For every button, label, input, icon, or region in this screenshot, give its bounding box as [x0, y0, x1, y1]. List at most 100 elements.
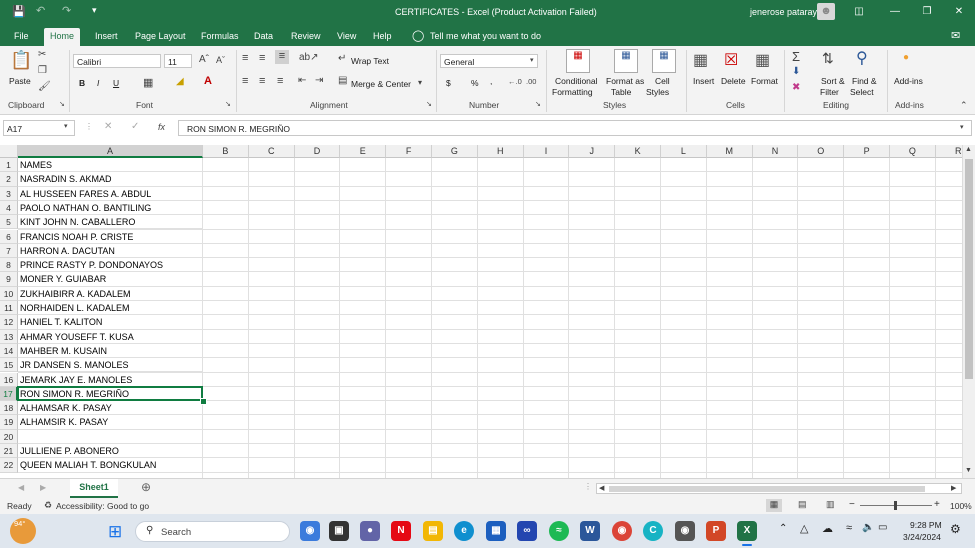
scroll-next-sheet-icon[interactable]: ▶ [40, 483, 46, 492]
fill-color-icon[interactable]: ◢ [176, 76, 184, 87]
normal-view-icon[interactable]: ▦ [766, 499, 782, 512]
add-sheet-icon[interactable]: ⊕ [141, 480, 151, 494]
number-format-select[interactable]: General [440, 54, 538, 68]
cancel-icon[interactable]: ✕ [104, 121, 112, 132]
teams-chat-icon[interactable]: ● [360, 521, 380, 541]
cell-a3[interactable]: AL HUSSEEN FARES A. ABDUL [18, 186, 203, 201]
row-header[interactable]: 18 [0, 401, 18, 416]
column-header-f[interactable]: F [386, 145, 432, 158]
chevron-down-icon[interactable]: ▾ [64, 122, 68, 130]
fill-icon[interactable]: ⬇ [792, 66, 800, 77]
cell-a8[interactable]: PRINCE RASTY P. DONDONAYOS [18, 258, 203, 273]
cell-a10[interactable]: ZUKHAIBIRR A. KADALEM [18, 286, 203, 301]
row-header[interactable]: 17 [0, 386, 18, 402]
scroll-left-icon[interactable]: ◀ [599, 484, 604, 492]
store-icon[interactable]: ▦ [486, 521, 506, 541]
notification-bell-icon[interactable]: ⚙ [950, 522, 961, 536]
underline-button[interactable]: U [113, 78, 119, 88]
zoom-level[interactable]: 100% [950, 501, 972, 511]
insert-function-icon[interactable]: fx [158, 122, 165, 132]
column-header-l[interactable]: L [661, 145, 707, 158]
delete-cells-button[interactable]: Delete [721, 76, 746, 86]
formula-input[interactable]: RON SIMON R. MEGRIÑO [178, 120, 972, 136]
close-icon[interactable]: ✕ [942, 0, 975, 24]
selected-cell-a17[interactable] [17, 386, 203, 401]
ribbon-display-icon[interactable]: ◫ [842, 0, 876, 24]
number-launcher-icon[interactable]: ↘ [535, 100, 541, 108]
tab-help[interactable]: Help [367, 28, 398, 46]
expand-formula-icon[interactable]: ▾ [960, 123, 964, 131]
cell-a16[interactable]: JEMARK JAY E. MANOLES [18, 372, 203, 387]
autosum-icon[interactable]: Σ [792, 49, 800, 64]
decrease-indent-icon[interactable]: ⇤ [298, 75, 306, 86]
row-header[interactable]: 5 [0, 215, 18, 230]
zoom-out-icon[interactable]: − [849, 499, 855, 510]
tab-page-layout[interactable]: Page Layout [129, 28, 192, 46]
row-header[interactable]: 10 [0, 286, 18, 301]
row-header[interactable]: 19 [0, 415, 18, 430]
paste-button[interactable]: Paste [9, 76, 31, 86]
page-break-view-icon[interactable]: ▥ [826, 499, 835, 510]
row-header[interactable]: 8 [0, 258, 18, 273]
cell-a15[interactable]: JR DANSEN S. MANOLES [18, 358, 203, 373]
delete-cells-icon[interactable]: ☒ [724, 50, 738, 70]
math-app-icon[interactable]: ∞ [517, 521, 537, 541]
column-header-n[interactable]: N [752, 145, 799, 158]
taskbar-search[interactable]: ⚲ Search [135, 521, 290, 542]
column-header-b[interactable]: B [203, 145, 249, 158]
increase-indent-icon[interactable]: ⇥ [315, 75, 323, 86]
font-size-select[interactable]: 11 [164, 54, 192, 68]
chrome-icon[interactable]: ◉ [612, 521, 632, 541]
accessibility-status[interactable]: Accessibility: Good to go [56, 501, 149, 511]
increase-decimal-icon[interactable]: ←.0 [508, 77, 522, 86]
cell-a18[interactable]: ALHAMSAR K. PASAY [18, 401, 203, 416]
column-header-i[interactable]: I [523, 145, 570, 158]
format-painter-icon[interactable]: 🖌 [38, 81, 51, 92]
bold-button[interactable]: B [79, 78, 85, 88]
scroll-thumb[interactable] [965, 159, 973, 379]
netflix-icon[interactable]: N [391, 521, 411, 541]
user-name[interactable]: jenerose pataray [750, 7, 817, 17]
tab-insert[interactable]: Insert [89, 28, 124, 46]
row-header[interactable]: 20 [0, 429, 18, 444]
wrap-text-button[interactable]: Wrap Text [351, 56, 389, 66]
comma-button[interactable]: , [490, 76, 492, 86]
decrease-font-icon[interactable]: Aˇ [216, 55, 225, 65]
conditional-formatting-button[interactable]: Conditional [555, 76, 598, 86]
font-name-select[interactable]: Calibri [73, 54, 161, 68]
canva-icon[interactable]: C [643, 521, 663, 541]
conditional-formatting-button-line2[interactable]: Formatting [552, 87, 593, 97]
collapse-ribbon-icon[interactable]: ⌃ [960, 100, 968, 111]
column-header-m[interactable]: M [706, 145, 753, 158]
scroll-right-icon[interactable]: ▶ [951, 484, 956, 492]
font-color-icon[interactable]: A [204, 75, 212, 87]
row-header[interactable]: 2 [0, 172, 18, 187]
sheet-tab-sheet1[interactable]: Sheet1 [70, 479, 118, 498]
customize-qat-icon[interactable]: ▾ [92, 5, 97, 16]
align-middle-icon[interactable]: ≡ [259, 52, 265, 64]
restore-icon[interactable]: ❐ [910, 0, 944, 24]
excel-icon[interactable]: X [737, 521, 757, 541]
tab-review[interactable]: Review [285, 28, 327, 46]
orientation-icon[interactable]: ab↗ [299, 52, 319, 63]
add-ins-icon[interactable]: ● [903, 52, 909, 63]
cell-styles-button[interactable]: Cell [655, 76, 670, 86]
scroll-prev-sheet-icon[interactable]: ◀ [18, 483, 24, 492]
paste-icon[interactable]: 📋 [10, 50, 32, 74]
cell-a19[interactable]: ALHAMSIR K. PASAY [18, 415, 203, 430]
zoom-slider-thumb[interactable] [894, 501, 897, 510]
cell-a9[interactable]: MONER Y. GUIABAR [18, 272, 203, 287]
camera-app-icon[interactable]: ◉ [675, 521, 695, 541]
find-select-button[interactable]: Find & [852, 76, 877, 86]
row-header[interactable]: 7 [0, 243, 18, 259]
cell-a5[interactable]: KINT JOHN N. CABALLERO [18, 215, 203, 230]
cell-a22[interactable]: QUEEN MALIAH T. BONGKULAN [18, 458, 203, 473]
cell-styles-icon[interactable]: ▦ [652, 49, 676, 73]
chevron-down-icon[interactable]: ▾ [418, 78, 422, 87]
row-header[interactable]: 21 [0, 444, 18, 459]
row-header[interactable]: 14 [0, 343, 18, 359]
cell-a20[interactable] [18, 429, 203, 444]
volume-icon[interactable]: 🔈 [862, 522, 874, 533]
show-hidden-icons-icon[interactable]: ⌃ [779, 523, 787, 534]
tab-home[interactable]: Home [44, 28, 81, 46]
